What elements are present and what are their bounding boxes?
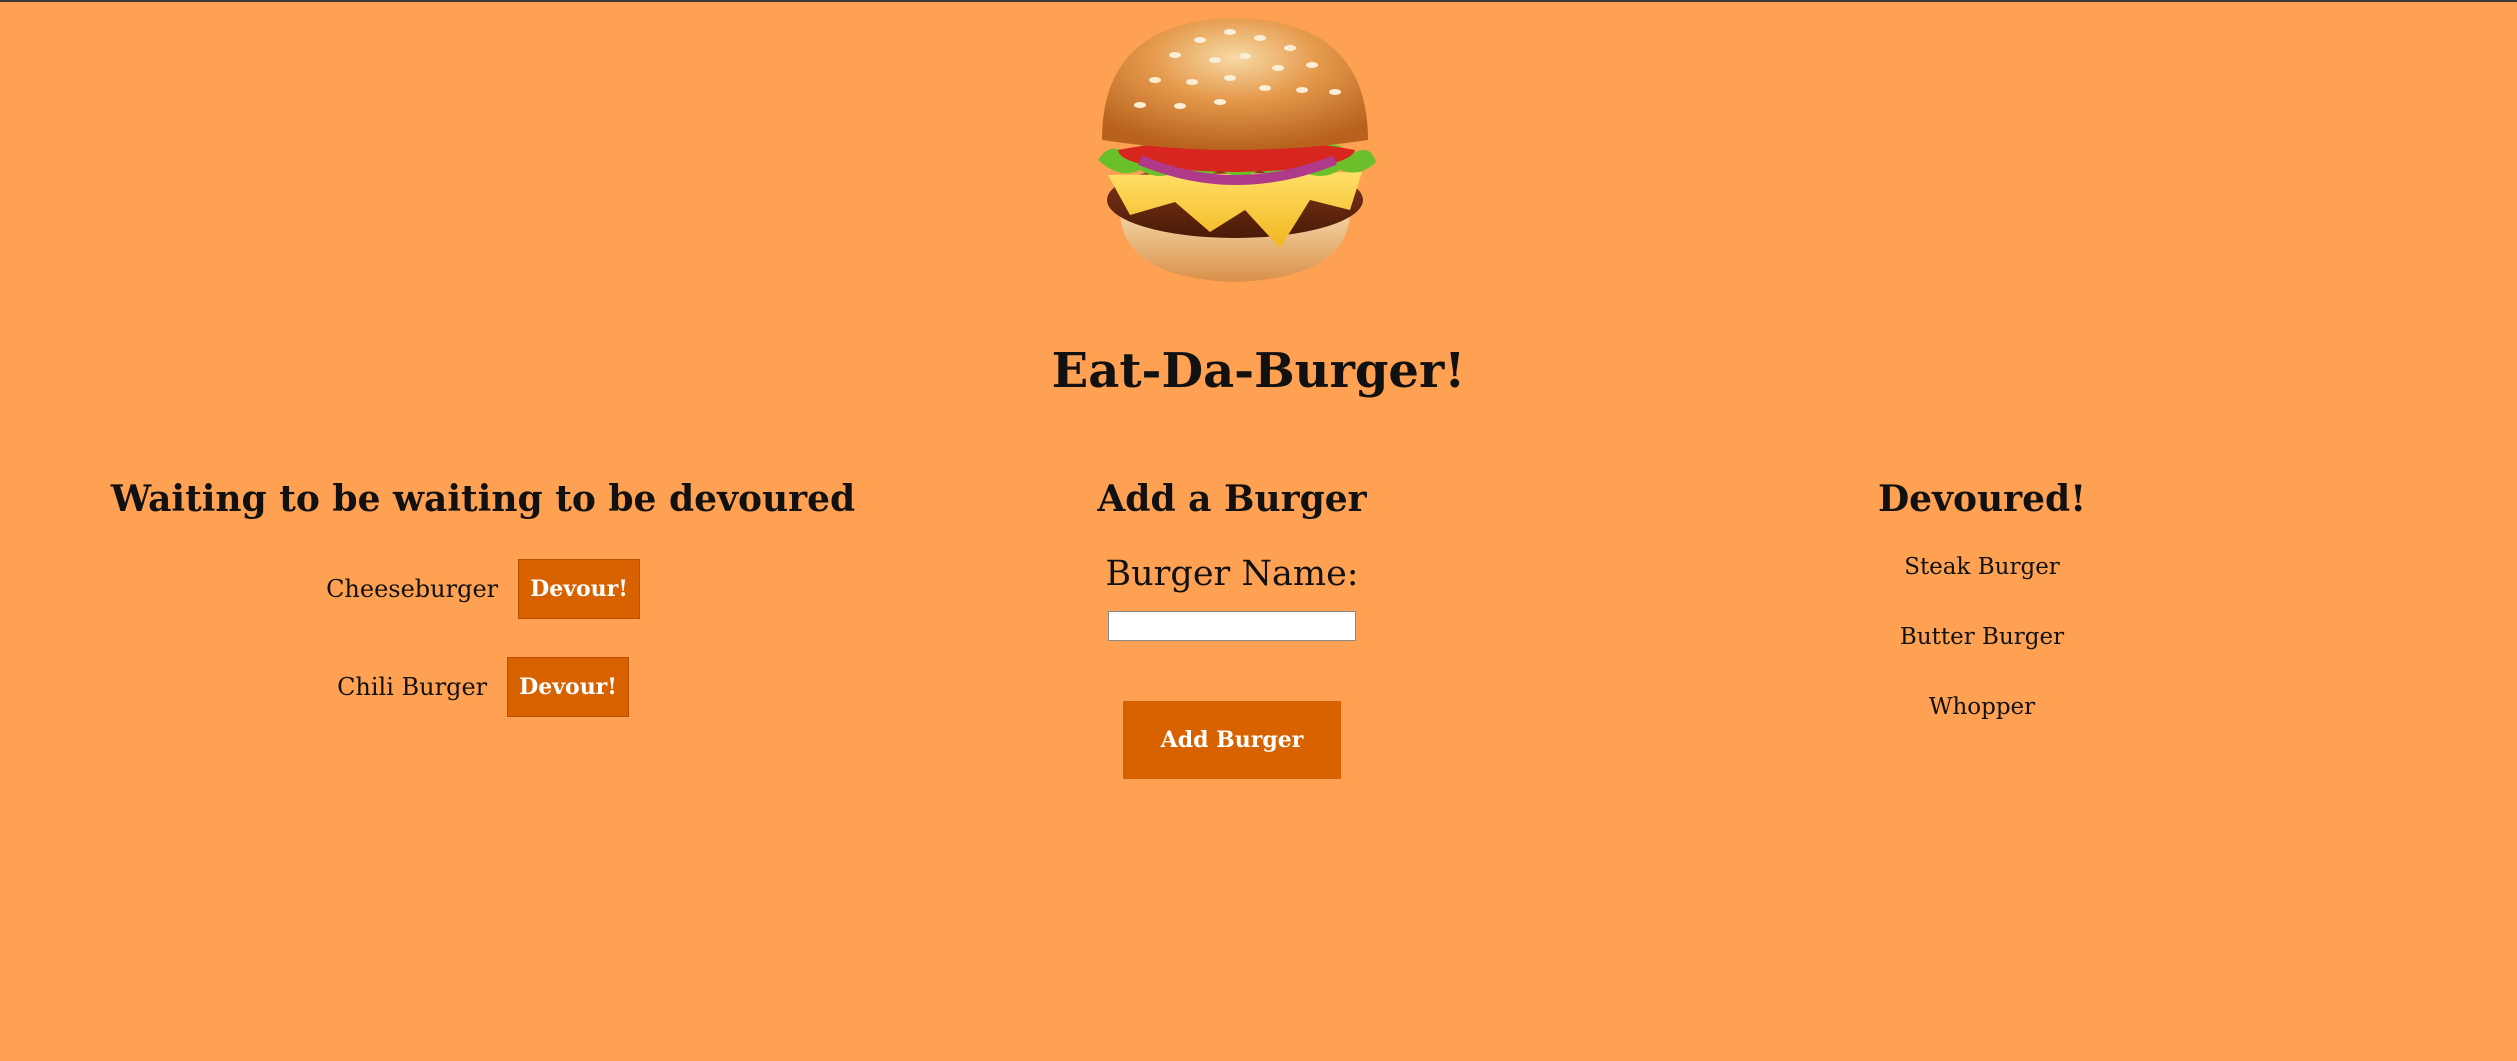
burger-image (1098, 18, 1376, 282)
devoured-list: Steak Burger Butter Burger Whopper (1582, 551, 2382, 723)
add-burger-section: Add a Burger Burger Name: Add Burger (832, 477, 1632, 779)
devoured-section: Devoured! Steak Burger Butter Burger Who… (1582, 477, 2382, 761)
burger-name-label: Burger Name: (1105, 554, 1359, 594)
page-title: Eat-Da-Burger! (1051, 343, 1466, 399)
burger-name: Chili Burger (337, 673, 488, 701)
devoured-heading: Devoured! (1877, 478, 2087, 520)
add-burger-button[interactable]: Add Burger (1123, 701, 1341, 779)
waiting-item: Chili Burger Devour! (0, 657, 966, 717)
waiting-section: Waiting to be waiting to be devoured Che… (0, 477, 966, 755)
waiting-item: Cheeseburger Devour! (0, 559, 966, 619)
waiting-list: Cheeseburger Devour! Chili Burger Devour… (0, 559, 966, 717)
waiting-heading: Waiting to be waiting to be devoured (110, 478, 856, 520)
devour-button[interactable]: Devour! (518, 559, 640, 619)
devoured-item: Whopper (1928, 694, 2036, 720)
burger-name: Cheeseburger (326, 575, 499, 603)
devoured-item: Steak Burger (1904, 554, 2060, 580)
add-burger-heading: Add a Burger (1097, 478, 1367, 520)
burger-name-input[interactable] (1108, 611, 1356, 641)
devoured-item: Butter Burger (1899, 624, 2065, 650)
devour-button[interactable]: Devour! (507, 657, 629, 717)
